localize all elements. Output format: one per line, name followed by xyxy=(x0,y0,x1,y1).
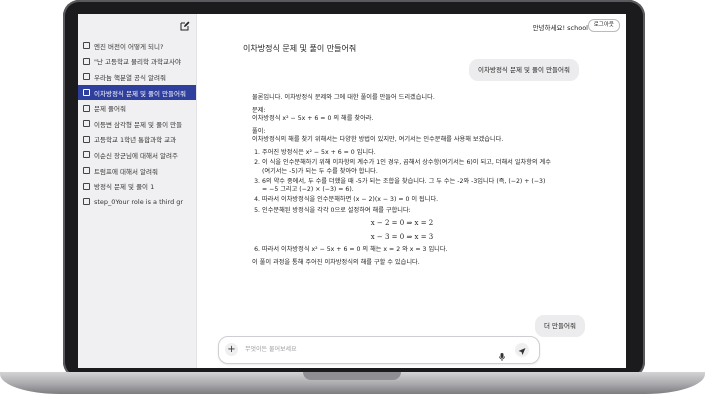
conversation-label: 이등변 삼각형 문제 및 풀이 만들 xyxy=(94,120,183,129)
chat-bubble-icon xyxy=(83,198,90,206)
conversation-label: 우라늄 핵분열 공식 알려줘 xyxy=(94,73,166,82)
user-message: 이차방정식 문제 및 풀이 만들어줘 xyxy=(469,59,579,81)
conversation-label: 이순신 장군님에 대해서 알려주 xyxy=(94,151,178,160)
problem-label: 문제: xyxy=(252,106,266,114)
greeting-text: 안녕하세요! school xyxy=(532,24,588,32)
solution-steps: 주어진 방정식은 x² − 5x + 6 = 0 입니다. 이 식을 인수분해하… xyxy=(252,149,552,215)
conversation-item[interactable]: 이등변 삼각형 문제 및 풀이 만들 xyxy=(78,116,196,132)
conversation-label: 문제 풀어줘 xyxy=(94,105,126,114)
app-screen: 엔진 버전이 어떻게 되니? "난 고등학교 물리학 과학교사야우라늄 핵분열 공… xyxy=(78,14,626,368)
top-bar: 안녕하세요! school 로그아웃 xyxy=(196,14,626,38)
conversation-label: "난 고등학교 물리학 과학교사야 xyxy=(94,58,181,67)
solution-step: 따라서 이차방정식을 인수분해하면 (x − 2)(x − 3) = 0 이 됩… xyxy=(262,196,552,205)
answer-conclusion: 이 풀이 과정을 통해 주어진 이차방정식의 해를 구할 수 있습니다. xyxy=(252,258,420,266)
mic-icon[interactable] xyxy=(499,346,505,361)
problem-text: 이차방정식 x² − 5x + 6 = 0 의 해를 찾아라. xyxy=(252,115,374,123)
conversation-label: 엔진 버전이 어떻게 되니? xyxy=(94,42,164,51)
solution-step: 6의 약수 중에서, 두 수를 더했을 때 -5가 되는 조합을 찾습니다. 그… xyxy=(262,178,552,195)
conversation-item[interactable]: 방정식 문제 및 풀이 1 xyxy=(78,178,196,194)
equation-line: x − 3 = 0 ⇒ x = 3 xyxy=(370,232,434,241)
edit-icon[interactable] xyxy=(180,21,190,31)
assistant-message: 물론입니다. 이차방정식 문제와 그에 대한 풀이를 만들어 드리겠습니다. 문… xyxy=(252,94,552,272)
solution-steps-cont: 따라서 이차방정식 x² − 5x + 6 = 0 의 해는 x = 2 와 x… xyxy=(252,246,552,255)
solution-step: 주어진 방정식은 x² − 5x + 6 = 0 입니다. xyxy=(262,149,552,158)
conversation-list: 엔진 버전이 어떻게 되니? "난 고등학교 물리학 과학교사야우라늄 핵분열 공… xyxy=(78,38,196,210)
chat-bubble-icon xyxy=(83,104,90,112)
sidebar: 엔진 버전이 어떻게 되니? "난 고등학교 물리학 과학교사야우라늄 핵분열 공… xyxy=(78,14,197,368)
conversation-item[interactable]: 문제 풀어줘 xyxy=(78,100,196,116)
solution-step: 인수분해된 방정식을 각각 0으로 설정하여 해를 구합니다: xyxy=(262,207,552,216)
solution-block: 풀이: 이차방정식의 해를 찾기 위해서는 다양한 방법이 있지만, 여기서는 인… xyxy=(252,128,552,145)
conversation-label: 방정식 문제 및 풀이 1 xyxy=(94,183,155,192)
conversation-label: 트럼프에 대해서 알려줘 xyxy=(94,167,158,176)
conversation-item[interactable]: step_0Your role is a third gr xyxy=(78,194,196,210)
conversation-item[interactable]: "난 고등학교 물리학 과학교사야 xyxy=(78,54,196,70)
chat-title: 이차방정식 문제 및 풀이 만들어줘 xyxy=(243,44,357,53)
chat-bubble-icon xyxy=(83,135,90,143)
chat-bubble-icon xyxy=(83,42,90,50)
chat-bubble-icon xyxy=(83,151,90,159)
conversation-label: 이차방정식 문제 및 풀이 만들어줘 xyxy=(94,89,186,98)
chat-bubble-icon xyxy=(83,73,90,81)
chat-bubble-icon xyxy=(83,182,90,190)
add-attachment-button[interactable]: + xyxy=(225,343,238,356)
chat-bubble-icon xyxy=(83,167,90,175)
logout-button[interactable]: 로그아웃 xyxy=(587,19,620,32)
solution-intro: 이차방정식의 해를 찾기 위해서는 다양한 방법이 있지만, 여기서는 인수분해… xyxy=(252,136,504,144)
problem-block: 문제: 이차방정식 x² − 5x + 6 = 0 의 해를 찾아라. xyxy=(252,107,552,124)
laptop-notch xyxy=(303,372,401,380)
conversation-label: step_0Your role is a third gr xyxy=(94,197,184,206)
chat-bubble-icon xyxy=(83,89,90,97)
conversation-item[interactable]: 이순신 장군님에 대해서 알려주 xyxy=(78,147,196,163)
send-button[interactable] xyxy=(515,343,529,357)
conversation-item[interactable]: 고등학교 1학년 통합과학 교과 xyxy=(78,132,196,148)
conversation-label: 고등학교 1학년 통합과학 교과 xyxy=(94,136,177,145)
conversation-item[interactable]: 트럼프에 대해서 알려줘 xyxy=(78,163,196,179)
message-input[interactable] xyxy=(245,343,485,356)
chat-bubble-icon xyxy=(83,120,90,128)
conversation-item[interactable]: 우라늄 핵분열 공식 알려줘 xyxy=(78,69,196,85)
conversation-item[interactable]: 엔진 버전이 어떻게 되니? xyxy=(78,38,196,54)
composer: + xyxy=(218,336,540,364)
answer-intro: 물론입니다. 이차방정식 문제와 그에 대한 풀이를 만들어 드리겠습니다. xyxy=(252,94,435,101)
solution-label: 풀이: xyxy=(252,127,266,135)
equation-line: x − 2 = 0 ⇒ x = 2 xyxy=(370,219,434,228)
chat-bubble-icon xyxy=(83,57,90,65)
conversation-item[interactable]: 이차방정식 문제 및 풀이 만들어줘 xyxy=(78,84,196,101)
solution-step: 따라서 이차방정식 x² − 5x + 6 = 0 의 해는 x = 2 와 x… xyxy=(262,246,552,255)
solution-step: 이 식을 인수분해하기 위해 이차항의 계수가 1인 경우, 곱해서 상수항(여… xyxy=(262,159,552,176)
send-icon xyxy=(518,348,526,355)
user-message: 더 만들어줘 xyxy=(535,315,585,337)
